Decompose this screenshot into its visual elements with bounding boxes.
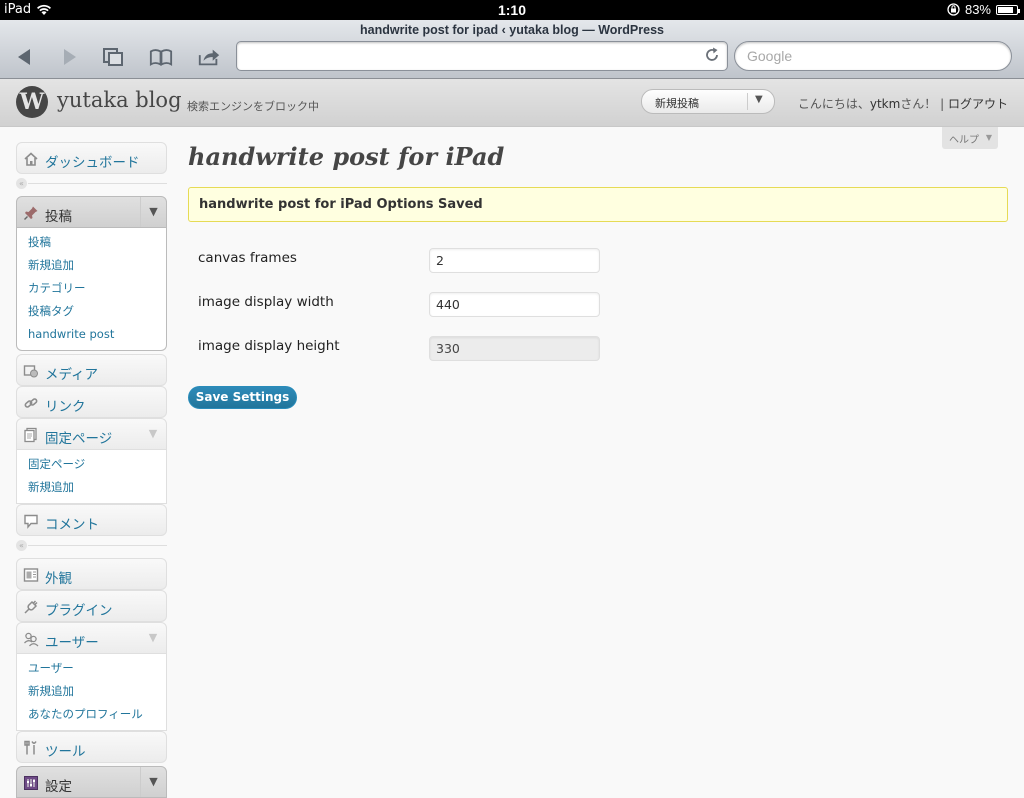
canvas-frames-field[interactable] <box>429 248 600 273</box>
menu-label: プラグイン <box>45 603 113 619</box>
submenu-item[interactable]: 新規追加 <box>17 254 166 277</box>
search-engine-blocked-notice[interactable]: 検索エンジンをブロック中 <box>187 98 319 114</box>
help-label: ヘルプ <box>949 135 979 146</box>
submenu-posts: 投稿 新規追加 カテゴリー 投稿タグ handwrite post <box>16 228 167 351</box>
battery-percent: 83% <box>964 2 991 17</box>
submenu-item[interactable]: あなたのプロフィール <box>17 703 166 726</box>
ios-status-bar: iPad 1:10 83% <box>0 0 1024 20</box>
media-icon <box>23 365 38 378</box>
chevron-down-icon[interactable]: ▼ <box>140 197 166 227</box>
battery-icon <box>996 4 1020 15</box>
menu-separator: « <box>16 540 167 552</box>
menu-links[interactable]: リンク <box>16 386 167 418</box>
menu-label: ユーザー <box>45 635 99 651</box>
wordpress-logo-icon: W <box>16 86 48 118</box>
submenu-item[interactable]: 投稿 <box>17 231 166 254</box>
pushpin-icon <box>24 206 38 220</box>
image-height-label: image display height <box>198 338 340 354</box>
greeting-prefix: こんにちは、 <box>797 97 870 111</box>
submenu-item[interactable]: ユーザー <box>17 657 166 680</box>
site-name-link[interactable]: yutaka blog <box>57 88 182 112</box>
menu-label: リンク <box>45 399 86 415</box>
collapse-icon[interactable]: « <box>16 178 27 189</box>
submenu-pages: 固定ページ 新規追加 <box>16 450 167 504</box>
favorite-actions-select[interactable]: 新規投稿 ▼ <box>641 89 775 114</box>
comment-bubble-icon <box>24 514 38 529</box>
wp-admin-header: W yutaka blog 検索エンジンをブロック中 新規投稿 ▼ こんにちは、… <box>0 79 1024 127</box>
bookmarks-icon[interactable] <box>148 46 174 68</box>
submenu-item-current[interactable]: handwrite post <box>17 323 166 346</box>
canvas-frames-label: canvas frames <box>198 250 297 266</box>
menu-settings[interactable]: 設定 ▼ <box>16 766 167 798</box>
tabs-icon[interactable] <box>100 46 126 68</box>
chevron-down-icon[interactable]: ▼ <box>140 623 166 653</box>
menu-label: 設定 <box>45 779 72 795</box>
menu-tools[interactable]: ツール <box>16 731 167 763</box>
users-icon <box>24 632 39 647</box>
home-icon <box>24 152 38 166</box>
menu-label: ダッシュボード <box>45 155 140 171</box>
reload-icon[interactable] <box>703 46 721 64</box>
menu-label: 外観 <box>45 571 72 587</box>
submenu-item[interactable]: 新規追加 <box>17 476 166 499</box>
menu-posts[interactable]: 投稿 ▼ <box>16 196 167 228</box>
image-height-field <box>429 336 600 361</box>
collapse-icon[interactable]: « <box>16 540 27 551</box>
chevron-down-icon[interactable]: ▼ <box>140 419 166 449</box>
pages-icon <box>24 427 37 443</box>
menu-label: 投稿 <box>45 209 72 225</box>
logout-link[interactable]: ログアウト <box>948 97 1008 111</box>
tools-icon <box>24 740 37 755</box>
menu-plugins[interactable]: プラグイン <box>16 590 167 622</box>
menu-label: コメント <box>45 517 99 533</box>
image-width-label: image display width <box>198 294 334 310</box>
user-greeting: こんにちは、ytkmさん！ | ログアウト <box>798 95 1008 112</box>
plug-icon <box>24 600 38 614</box>
new-post-label: 新規投稿 <box>655 97 699 110</box>
menu-label: メディア <box>45 367 99 383</box>
menu-media[interactable]: メディア <box>16 354 167 386</box>
back-icon[interactable] <box>12 46 38 68</box>
submenu-item[interactable]: 新規追加 <box>17 680 166 703</box>
menu-pages[interactable]: 固定ページ ▼ <box>16 418 167 450</box>
submenu-item[interactable]: カテゴリー <box>17 277 166 300</box>
save-settings-button[interactable]: Save Settings <box>188 386 297 409</box>
submenu-users: ユーザー 新規追加 あなたのプロフィール <box>16 654 167 731</box>
menu-comments[interactable]: コメント <box>16 504 167 536</box>
updated-notice: handwrite post for iPad Options Saved <box>188 187 1008 222</box>
browser-toolbar: handwrite post for ipad ‹ yutaka blog — … <box>0 20 1024 79</box>
help-tab[interactable]: ヘルプ ▼ <box>942 127 998 149</box>
greeting-suffix: さん！ | <box>900 97 948 111</box>
appearance-icon <box>23 568 39 582</box>
link-icon <box>24 398 38 408</box>
submenu-item[interactable]: 固定ページ <box>17 453 166 476</box>
submenu-item[interactable]: 投稿タグ <box>17 300 166 323</box>
clock: 1:10 <box>497 2 527 18</box>
search-field[interactable]: Google <box>734 41 1012 71</box>
settings-icon <box>24 776 38 790</box>
forward-icon[interactable] <box>56 46 82 68</box>
username-link[interactable]: ytkm <box>870 97 900 111</box>
rotation-lock-icon <box>947 3 960 16</box>
page-title-bar: handwrite post for ipad ‹ yutaka blog — … <box>360 23 664 37</box>
menu-label: 固定ページ <box>45 431 113 447</box>
menu-label: ツール <box>45 744 86 760</box>
chevron-down-icon: ▼ <box>985 133 992 142</box>
select-divider <box>747 93 748 110</box>
menu-dashboard[interactable]: ダッシュボード <box>16 142 167 174</box>
admin-menu: ダッシュボード « 投稿 ▼ 投稿 新規追加 カテゴリー 投稿タグ handwr… <box>16 142 167 798</box>
image-width-field[interactable] <box>429 292 600 317</box>
page-title: handwrite post for iPad <box>188 142 505 171</box>
menu-users[interactable]: ユーザー ▼ <box>16 622 167 654</box>
chevron-down-icon[interactable]: ▼ <box>755 94 763 105</box>
menu-separator: « <box>16 178 167 190</box>
chevron-down-icon[interactable]: ▼ <box>140 767 166 797</box>
share-icon[interactable] <box>196 46 222 68</box>
url-field[interactable] <box>236 41 728 71</box>
menu-appearance[interactable]: 外観 <box>16 558 167 590</box>
